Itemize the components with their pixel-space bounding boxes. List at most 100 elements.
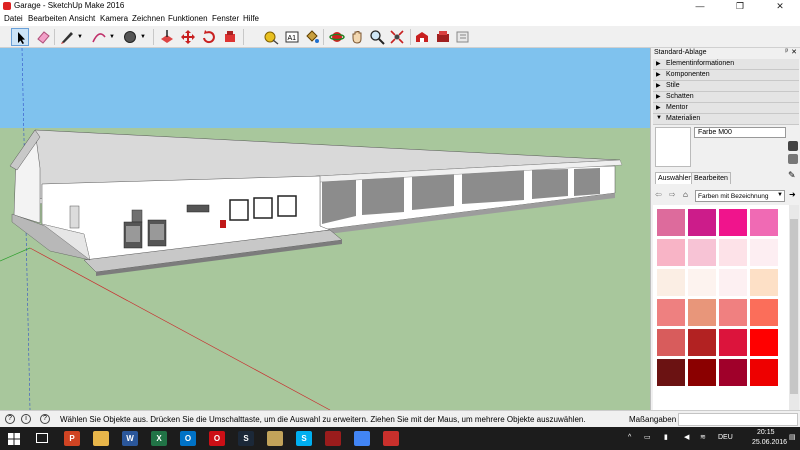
menu-hilfe[interactable]: Hilfe	[243, 14, 259, 23]
tape-measure-tool-button[interactable]	[262, 28, 280, 46]
measurements-input[interactable]	[678, 413, 798, 426]
sketchup-taskbar-icon[interactable]	[383, 431, 399, 446]
material-swatch[interactable]	[750, 209, 778, 236]
material-swatch[interactable]	[688, 359, 716, 386]
forward-arrow-icon[interactable]: ⇨	[669, 190, 676, 199]
library-select[interactable]: Farben mit Bezeichnung	[695, 190, 785, 202]
windows-start-icon[interactable]	[8, 433, 20, 445]
move-tool-button[interactable]	[179, 28, 197, 46]
section-shadows[interactable]: ▶ Schatten	[653, 92, 799, 103]
line-tool-button[interactable]	[58, 28, 76, 46]
paint-taskbar-icon[interactable]	[267, 431, 283, 446]
shapes-tool-dropdown-icon[interactable]: ▼	[140, 34, 146, 40]
layout-tool-button[interactable]	[454, 28, 472, 46]
volume-icon[interactable]: ◀	[684, 433, 689, 441]
word-taskbar-icon[interactable]: W	[122, 431, 138, 446]
close-button[interactable]: ✕	[760, 0, 800, 12]
select-tool-button[interactable]	[11, 28, 29, 46]
maximize-button[interactable]: ❐	[720, 0, 760, 12]
section-mentor[interactable]: ▶ Mentor	[653, 103, 799, 114]
chevron-down-icon[interactable]: ▼	[777, 192, 783, 198]
tray-close-icon[interactable]: ✕	[791, 48, 797, 56]
geolocation-icon[interactable]: ?	[5, 414, 15, 424]
material-swatch[interactable]	[657, 239, 685, 266]
push-pull-tool-button[interactable]	[158, 28, 176, 46]
network-icon[interactable]: ▭	[644, 433, 651, 441]
clock-date[interactable]: 25.06.2016	[752, 439, 787, 446]
material-swatch[interactable]	[688, 239, 716, 266]
material-swatch[interactable]	[750, 239, 778, 266]
material-swatch[interactable]	[688, 299, 716, 326]
material-swatch[interactable]	[688, 209, 716, 236]
pin-icon[interactable]: ᵖ	[785, 48, 788, 55]
app-red-taskbar-icon[interactable]	[325, 431, 341, 446]
material-swatch[interactable]	[719, 269, 747, 296]
material-swatch[interactable]	[657, 359, 685, 386]
details-arrow-icon[interactable]: ➜	[789, 190, 796, 199]
menu-funktionen[interactable]: Funktionen	[168, 14, 208, 23]
menu-bearbeiten[interactable]: Bearbeiten	[28, 14, 67, 23]
eraser-tool-button[interactable]	[34, 28, 52, 46]
material-swatch[interactable]	[719, 239, 747, 266]
section-materials[interactable]: ▼ Materialien	[653, 114, 799, 125]
battery-icon[interactable]: ▮	[664, 433, 668, 441]
material-swatch[interactable]	[719, 359, 747, 386]
language-indicator[interactable]: DEU	[718, 434, 733, 441]
notification-icon[interactable]: ▤	[789, 433, 796, 441]
minimize-button[interactable]: —	[680, 0, 720, 12]
wifi-icon[interactable]: ≋	[700, 433, 706, 441]
info-icon[interactable]: i	[21, 414, 31, 424]
material-swatch[interactable]	[657, 329, 685, 356]
scene-canvas[interactable]	[0, 48, 650, 410]
tray-chevron-up-icon[interactable]: ^	[628, 434, 631, 441]
arc-tool-dropdown-icon[interactable]: ▼	[109, 34, 115, 40]
menu-kamera[interactable]: Kamera	[100, 14, 128, 23]
orbit-tool-button[interactable]	[328, 28, 346, 46]
opera-taskbar-icon[interactable]: O	[209, 431, 225, 446]
material-swatch[interactable]	[719, 329, 747, 356]
outlook-taskbar-icon[interactable]: O	[180, 431, 196, 446]
task-view-icon[interactable]	[36, 433, 48, 443]
section-styles[interactable]: ▶ Stile	[653, 81, 799, 92]
pan-tool-button[interactable]	[348, 28, 366, 46]
swatch-scrollbar[interactable]	[789, 205, 799, 410]
material-swatch[interactable]	[657, 299, 685, 326]
home-icon[interactable]: ⌂	[683, 190, 688, 199]
material-swatch[interactable]	[657, 209, 685, 236]
material-name-field[interactable]: Farbe M00	[694, 127, 786, 138]
file-explorer-taskbar-icon[interactable]	[93, 431, 109, 446]
menu-ansicht[interactable]: Ansicht	[69, 14, 95, 23]
clock-time[interactable]: 20:15	[757, 429, 775, 436]
extension-warehouse-tool-button[interactable]	[434, 28, 452, 46]
back-arrow-icon[interactable]: ⇦	[655, 190, 662, 199]
material-swatch[interactable]	[657, 269, 685, 296]
arc-tool-button[interactable]	[90, 28, 108, 46]
create-material-icon[interactable]	[788, 141, 798, 151]
excel-taskbar-icon[interactable]: X	[151, 431, 167, 446]
shapes-tool-button[interactable]	[121, 28, 139, 46]
rotate-tool-button[interactable]	[200, 28, 218, 46]
material-swatch[interactable]	[688, 329, 716, 356]
powerpoint-taskbar-icon[interactable]: P	[64, 431, 80, 446]
3d-viewport[interactable]	[0, 48, 650, 410]
material-swatch[interactable]	[750, 329, 778, 356]
material-swatch[interactable]	[750, 299, 778, 326]
zoom-tool-button[interactable]	[368, 28, 386, 46]
default-material-icon[interactable]	[788, 154, 798, 164]
zoom-extents-tool-button[interactable]	[388, 28, 406, 46]
line-tool-dropdown-icon[interactable]: ▼	[77, 34, 83, 40]
tab-edit[interactable]: Bearbeiten	[691, 172, 731, 184]
chrome-taskbar-icon[interactable]	[354, 431, 370, 446]
material-swatch[interactable]	[719, 209, 747, 236]
menu-zeichnen[interactable]: Zeichnen	[132, 14, 165, 23]
material-swatch[interactable]	[719, 299, 747, 326]
material-swatch[interactable]	[750, 269, 778, 296]
scrollbar-thumb[interactable]	[790, 219, 798, 394]
skype-taskbar-icon[interactable]: S	[296, 431, 312, 446]
follow-me-tool-button[interactable]	[221, 28, 239, 46]
instructor-icon[interactable]: ?	[40, 414, 50, 424]
section-entity-info[interactable]: ▶ Elementinformationen	[653, 59, 799, 70]
menu-fenster[interactable]: Fenster	[212, 14, 239, 23]
material-swatch[interactable]	[688, 269, 716, 296]
tab-select[interactable]: Auswählen	[655, 172, 696, 184]
